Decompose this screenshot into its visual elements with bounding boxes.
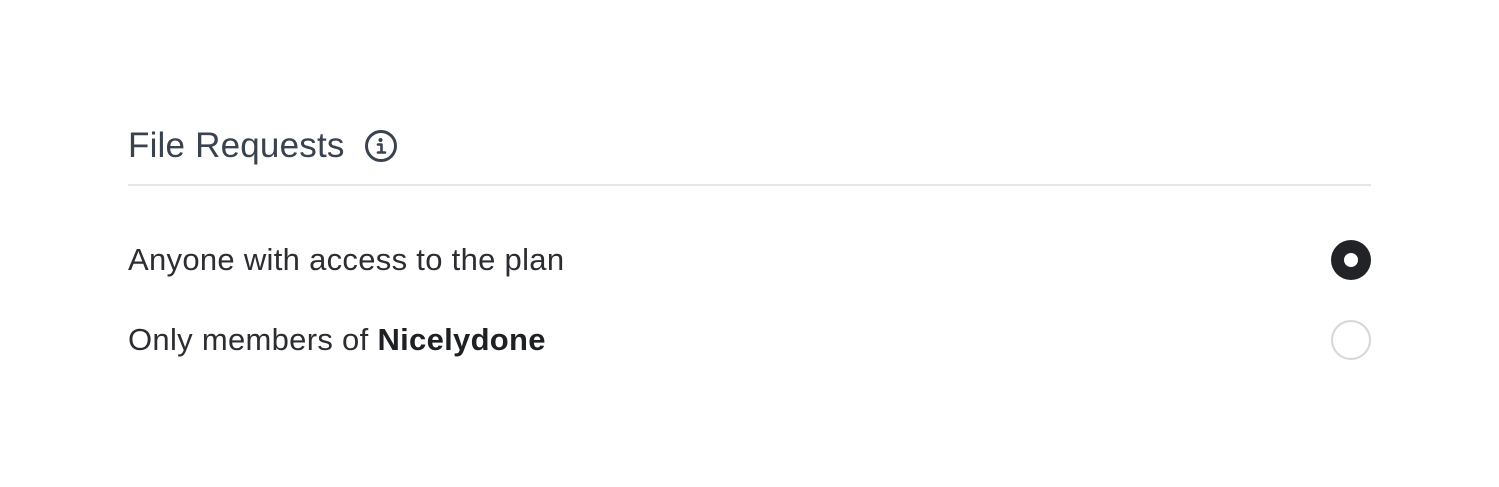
section-title: File Requests [128,126,345,165]
option-anyone-with-access[interactable]: Anyone with access to the plan [128,220,1371,300]
option-only-members[interactable]: Only members of Nicelydone [128,300,1371,380]
option-label-members-prefix: Only members of [128,322,378,357]
radio-dot [1344,253,1358,267]
option-label-members-org: Nicelydone [377,322,546,357]
option-label-anyone: Anyone with access to the plan [128,242,565,277]
file-requests-panel: File Requests Anyone with access to the … [128,120,1371,380]
option-label-members: Only members of Nicelydone [128,322,546,358]
radio-anyone-selected[interactable] [1331,240,1371,280]
info-icon[interactable] [364,129,398,163]
radio-members-unselected[interactable] [1331,320,1371,360]
section-header: File Requests [128,120,1371,186]
info-circle-icon [364,130,397,162]
